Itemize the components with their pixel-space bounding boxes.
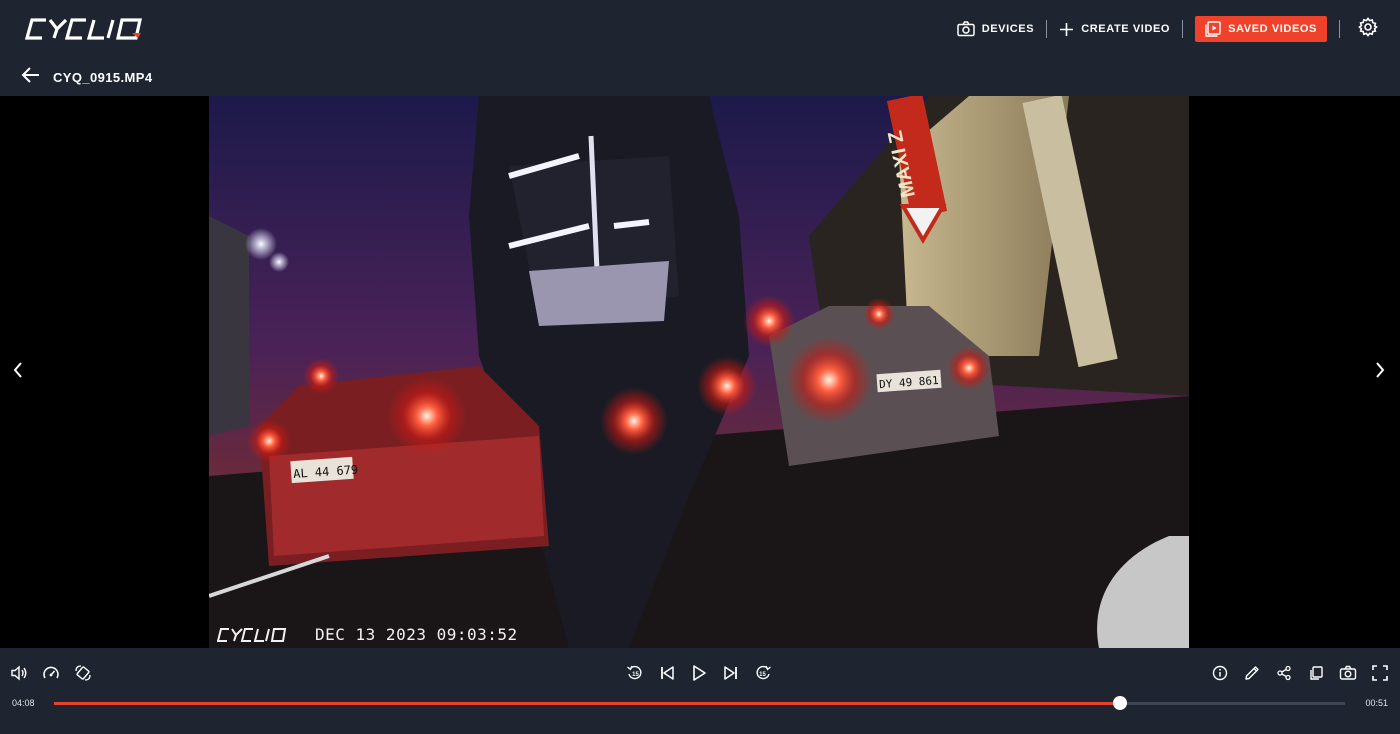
seek-bar-progress (54, 702, 1121, 705)
devices-label: DEVICES (981, 23, 1035, 35)
playback-controls: 15 15 (626, 662, 772, 684)
snapshot-icon[interactable] (1339, 664, 1357, 682)
file-header: CYQ_0915.MP4 (0, 58, 1400, 96)
arrow-left-icon (21, 66, 41, 89)
video-scene: MAXI Z AL 44 679 DY 49 861 (209, 96, 1189, 648)
saved-videos-nav-button[interactable]: SAVED VIDEOS (1195, 16, 1327, 42)
skip-previous-icon[interactable] (658, 664, 676, 682)
osd-timestamp: DEC 13 2023 09:03:52 (315, 625, 518, 644)
svg-text:15: 15 (759, 672, 766, 678)
video-osd: DEC 13 2023 09:03:52 (217, 625, 518, 644)
top-bar: DEVICES CREATE VIDEO SAVED VIDEOS (0, 0, 1400, 58)
nav-divider (1182, 20, 1184, 38)
plus-icon (1059, 22, 1074, 37)
skip-next-icon[interactable] (722, 664, 740, 682)
osd-logo (217, 627, 287, 642)
saved-videos-label: SAVED VIDEOS (1228, 23, 1317, 35)
current-time: 04:08 (12, 698, 35, 708)
app-window: DEVICES CREATE VIDEO SAVED VIDEOS CYQ_09… (0, 0, 1400, 734)
previous-video-button[interactable] (8, 361, 28, 384)
copy-icon[interactable] (1307, 664, 1325, 682)
seek-bar-handle[interactable] (1113, 696, 1128, 710)
duration-time: 00:51 (1365, 698, 1388, 708)
video-library-icon (1205, 21, 1221, 37)
main-nav: DEVICES CREATE VIDEO SAVED VIDEOS (945, 14, 1378, 44)
chevron-right-icon (1374, 361, 1386, 384)
volume-icon[interactable] (10, 664, 28, 682)
file-name: CYQ_0915.MP4 (53, 69, 153, 85)
devices-nav-button[interactable]: DEVICES (945, 16, 1047, 42)
camera-icon (956, 21, 975, 37)
video-frame[interactable]: MAXI Z AL 44 679 DY 49 861 DEC 13 2023 0… (209, 96, 1189, 648)
forward-15-icon[interactable]: 15 (754, 664, 772, 682)
speed-icon[interactable] (42, 664, 60, 682)
seek-bar[interactable] (54, 696, 1345, 710)
settings-button[interactable] (1344, 16, 1378, 42)
fullscreen-icon[interactable] (1371, 664, 1389, 682)
next-video-button[interactable] (1370, 361, 1390, 384)
share-icon[interactable] (1275, 664, 1293, 682)
left-controls (10, 662, 92, 684)
create-video-nav-button[interactable]: CREATE VIDEO (1047, 16, 1182, 42)
create-video-label: CREATE VIDEO (1081, 23, 1171, 35)
chevron-left-icon (12, 361, 24, 384)
right-controls (1211, 662, 1389, 684)
svg-text:15: 15 (632, 672, 639, 678)
gear-icon (1358, 16, 1378, 42)
nav-divider (1339, 20, 1340, 38)
cycliq-logo[interactable] (24, 14, 162, 44)
play-icon[interactable] (690, 664, 708, 682)
rewind-15-icon[interactable]: 15 (626, 664, 644, 682)
edit-icon[interactable] (1243, 664, 1261, 682)
back-button[interactable] (21, 66, 41, 89)
player-controls: 15 15 04:08 00:51 (0, 648, 1400, 734)
rotate-icon[interactable] (74, 664, 92, 682)
info-icon[interactable] (1211, 664, 1229, 682)
video-stage: MAXI Z AL 44 679 DY 49 861 DEC 13 2023 0… (0, 96, 1400, 648)
